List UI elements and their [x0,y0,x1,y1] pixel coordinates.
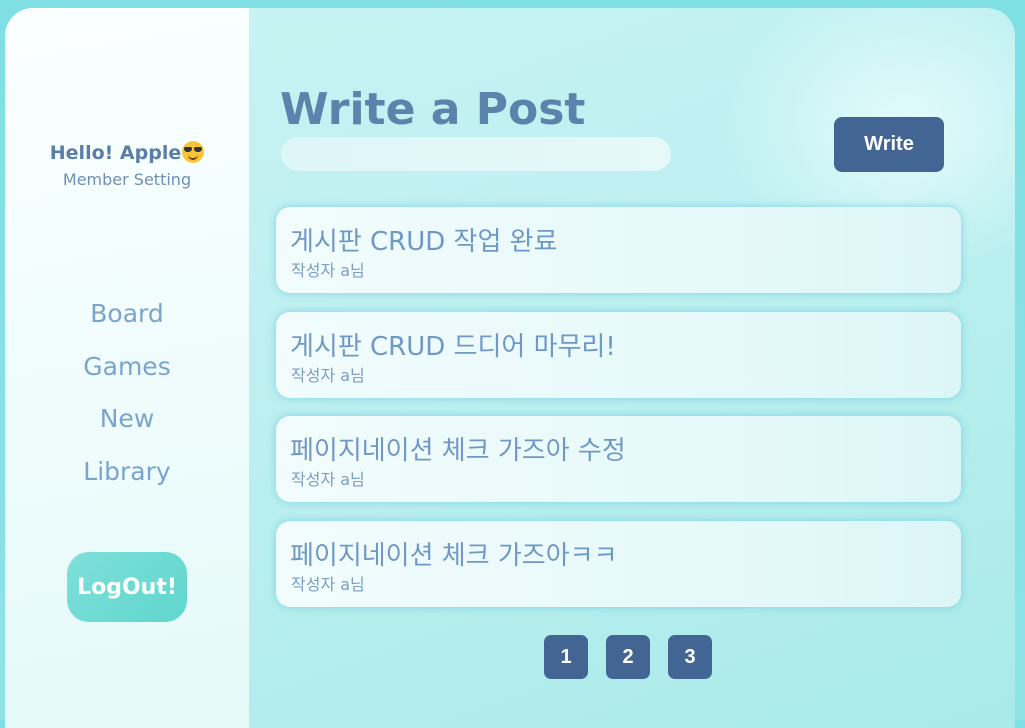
post-author: 작성자 a님 [291,365,365,385]
write-button[interactable]: Write [834,117,944,172]
post-item[interactable]: 페이지네이션 체크 가즈아ㅋㅋ 작성자 a님 [276,520,961,607]
pagination: 1 2 3 [544,635,712,679]
post-title-input[interactable] [281,137,671,171]
page-button-1[interactable]: 1 [544,635,588,679]
post-title: 게시판 CRUD 작업 완료 [290,227,558,257]
page-button-2[interactable]: 2 [606,635,650,679]
logout-button[interactable]: LogOut! [67,552,187,622]
member-setting-link[interactable]: Member Setting [5,170,249,189]
user-greeting: Hello! Apple [5,141,249,164]
sidebar-item-library[interactable]: Library [5,446,249,499]
post-item[interactable]: 게시판 CRUD 작업 완료 작성자 a님 [276,207,961,293]
greeting-text: Hello! Apple [49,142,182,164]
post-item[interactable]: 게시판 CRUD 드디어 마무리! 작성자 a님 [276,311,961,398]
post-title: 페이지네이션 체크 가즈아 수정 [290,436,626,466]
post-list: 게시판 CRUD 작업 완료 작성자 a님 게시판 CRUD 드디어 마무리! … [276,207,961,625]
sidebar-item-board[interactable]: Board [5,288,249,341]
app-card: Hello! Apple Member Setting Board Games … [5,8,1015,728]
sidebar-item-new[interactable]: New [5,393,249,446]
post-author: 작성자 a님 [291,470,365,489]
page-title: Write a Post [280,84,586,135]
post-author: 작성자 a님 [291,261,365,280]
sunglasses-face-icon [182,141,205,163]
post-title: 게시판 CRUD 드디어 마무리! [290,331,616,362]
sidebar-item-games[interactable]: Games [5,341,249,394]
post-author: 작성자 a님 [291,574,365,594]
page-button-3[interactable]: 3 [668,635,712,679]
sidebar-nav: Board Games New Library [5,288,249,498]
sidebar: Hello! Apple Member Setting Board Games … [5,8,249,728]
post-title: 페이지네이션 체크 가즈아ㅋㅋ [290,540,618,571]
post-item[interactable]: 페이지네이션 체크 가즈아 수정 작성자 a님 [276,416,961,502]
